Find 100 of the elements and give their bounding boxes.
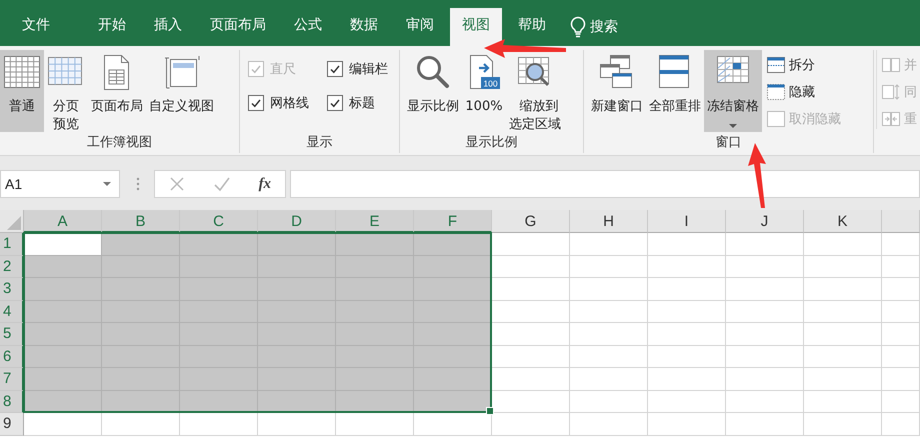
insert-function-button[interactable]: fx: [258, 176, 272, 192]
sheet-cell[interactable]: [882, 413, 920, 436]
sheet-cell[interactable]: [570, 233, 648, 256]
sheet-cell[interactable]: [648, 390, 726, 413]
ribbon-button[interactable]: 冻结窗格: [704, 50, 762, 132]
sheet-cell[interactable]: [336, 413, 414, 436]
ribbon-tab[interactable]: 文件: [10, 8, 62, 46]
sheet-cell[interactable]: [804, 300, 882, 323]
sheet-cell[interactable]: [570, 300, 648, 323]
sheet-cell[interactable]: [414, 413, 492, 436]
ribbon-tab[interactable]: 帮助: [506, 8, 558, 46]
column-header[interactable]: J: [726, 210, 804, 233]
sheet-cell[interactable]: [804, 256, 882, 278]
sheet-cell[interactable]: [24, 413, 102, 436]
sheet-cell[interactable]: [570, 346, 648, 368]
sheet-cell[interactable]: [726, 278, 804, 300]
sheet-cell[interactable]: [882, 390, 920, 413]
sheet-cell[interactable]: [492, 256, 570, 278]
ribbon-tab[interactable]: 公式: [282, 8, 334, 46]
column-header[interactable]: I: [648, 210, 726, 233]
sheet-cell[interactable]: [882, 323, 920, 346]
sheet-cell[interactable]: [726, 346, 804, 368]
fill-handle[interactable]: [486, 407, 494, 415]
sheet-cell[interactable]: [24, 278, 102, 300]
ribbon-button[interactable]: 自定义视图: [146, 50, 217, 132]
ribbon-tab[interactable]: 视图: [450, 8, 502, 46]
sheet-cell[interactable]: [102, 233, 180, 256]
column-header[interactable]: B: [102, 210, 180, 233]
sheet-cell[interactable]: [414, 323, 492, 346]
name-box[interactable]: A1: [0, 170, 120, 198]
row-header[interactable]: 1: [0, 233, 24, 256]
sheet-cell[interactable]: [24, 300, 102, 323]
row-header[interactable]: 2: [0, 256, 24, 278]
sheet-cell[interactable]: [492, 390, 570, 413]
sheet-cell[interactable]: [648, 413, 726, 436]
ribbon-button[interactable]: 100 100%: [462, 50, 506, 132]
ribbon-button[interactable]: 拆分: [766, 54, 841, 75]
row-header[interactable]: 7: [0, 368, 24, 390]
sheet-cell[interactable]: [336, 233, 414, 256]
sheet-cell[interactable]: [648, 323, 726, 346]
sheet-cell[interactable]: [882, 256, 920, 278]
sheet-cell[interactable]: [180, 413, 258, 436]
ribbon-button[interactable]: 新建窗口: [588, 50, 646, 132]
sheet-cell[interactable]: [726, 256, 804, 278]
ribbon-button[interactable]: 缩放到选定区域: [506, 50, 564, 132]
column-header[interactable]: K: [804, 210, 882, 233]
sheet-cell[interactable]: [570, 413, 648, 436]
sheet-cell[interactable]: [804, 368, 882, 390]
sheet-cell[interactable]: [492, 368, 570, 390]
sheet-cell[interactable]: [726, 413, 804, 436]
row-header[interactable]: 6: [0, 346, 24, 368]
sheet-cell[interactable]: [492, 300, 570, 323]
sheet-cell[interactable]: [414, 233, 492, 256]
ribbon-tab[interactable]: 开始: [86, 8, 138, 46]
ribbon-button[interactable]: 分页预览: [44, 50, 88, 132]
row-header[interactable]: 4: [0, 300, 24, 323]
sheet-cell[interactable]: [804, 346, 882, 368]
sheet-cell[interactable]: [102, 413, 180, 436]
sheet-cell[interactable]: [492, 413, 570, 436]
sheet-cell[interactable]: [492, 346, 570, 368]
ribbon-button[interactable]: 普通: [0, 50, 44, 132]
column-header[interactable]: [882, 210, 920, 233]
sheet-cell[interactable]: [492, 278, 570, 300]
sheet-cell[interactable]: [882, 300, 920, 323]
sheet-cell[interactable]: [804, 278, 882, 300]
search-box[interactable]: 搜索: [570, 8, 618, 46]
sheet-cell[interactable]: [414, 256, 492, 278]
sheet-cell[interactable]: [414, 346, 492, 368]
sheet-cell[interactable]: [570, 323, 648, 346]
sheet-cell[interactable]: [648, 346, 726, 368]
sheet-cell[interactable]: [882, 278, 920, 300]
checkbox[interactable]: 标题: [327, 94, 388, 112]
row-header[interactable]: 9: [0, 413, 24, 436]
sheet-cell[interactable]: [726, 233, 804, 256]
sheet-cell[interactable]: [804, 413, 882, 436]
sheet-cell[interactable]: [570, 278, 648, 300]
column-header[interactable]: A: [24, 210, 102, 233]
column-header[interactable]: C: [180, 210, 258, 233]
sheet-cell[interactable]: [804, 233, 882, 256]
sheet-cell[interactable]: [414, 300, 492, 323]
sheet-cell[interactable]: [492, 233, 570, 256]
ribbon-tab[interactable]: 审阅: [394, 8, 446, 46]
sheet-cell[interactable]: [648, 278, 726, 300]
sheet-cell[interactable]: [492, 323, 570, 346]
ribbon-button[interactable]: 隐藏: [766, 81, 841, 102]
sheet-cell[interactable]: [726, 390, 804, 413]
column-header[interactable]: F: [414, 210, 492, 233]
sheet-cell[interactable]: [24, 323, 102, 346]
sheet-cell[interactable]: [570, 256, 648, 278]
ribbon-tab[interactable]: 页面布局: [198, 8, 278, 46]
sheet-cell[interactable]: [804, 390, 882, 413]
column-header[interactable]: D: [258, 210, 336, 233]
ribbon-tab[interactable]: 插入: [142, 8, 194, 46]
ribbon-button[interactable]: 页面布局: [88, 50, 146, 132]
sheet-cell[interactable]: [102, 256, 180, 278]
sheet-cell[interactable]: [804, 323, 882, 346]
sheet-cell[interactable]: [24, 368, 102, 390]
ribbon-tab[interactable]: 数据: [338, 8, 390, 46]
column-header[interactable]: H: [570, 210, 648, 233]
sheet-cell[interactable]: [648, 233, 726, 256]
